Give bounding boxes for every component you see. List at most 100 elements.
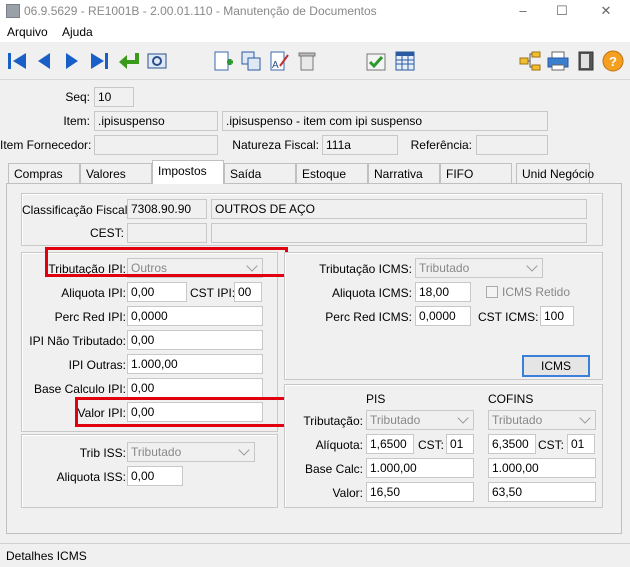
- search-icon[interactable]: [145, 49, 169, 73]
- trib-iss-label: Trib ISS:: [79, 446, 126, 460]
- new-document-icon[interactable]: [211, 49, 235, 73]
- base-calculo-ipi-label: Base Calculo IPI:: [33, 382, 126, 396]
- pis-cst-label: CST:: [417, 438, 444, 452]
- first-record-icon[interactable]: [5, 49, 29, 73]
- delete-icon[interactable]: [295, 49, 319, 73]
- aliquota-label: Alíquota:: [315, 438, 363, 452]
- last-record-icon[interactable]: [88, 49, 112, 73]
- aliquota-ipi-label: Aliquota IPI:: [61, 286, 126, 300]
- tab-valores[interactable]: Valores: [80, 163, 152, 183]
- cst-ipi-field[interactable]: 00: [234, 282, 262, 302]
- pis-valor-field[interactable]: 16,50: [366, 482, 474, 502]
- trib-iss-select[interactable]: Tributado: [127, 442, 255, 462]
- cofins-aliquota-field[interactable]: 6,3500: [488, 434, 536, 454]
- previous-record-icon[interactable]: [32, 49, 56, 73]
- natureza-fiscal-field[interactable]: 111a: [322, 135, 398, 155]
- icms-retido-label: ICMS Retido: [502, 285, 571, 299]
- exit-icon[interactable]: [574, 49, 598, 73]
- classificacao-fiscal-label: Classificação Fiscal:: [22, 203, 131, 217]
- cst-icms-field[interactable]: 100: [540, 306, 574, 326]
- edit-icon[interactable]: A: [267, 49, 291, 73]
- seq-label: Seq:: [65, 90, 90, 104]
- aliquota-icms-field[interactable]: 18,00: [415, 282, 471, 302]
- calendar-icon[interactable]: [393, 49, 417, 73]
- tab-fifo[interactable]: FIFO: [440, 163, 512, 183]
- perc-red-ipi-label: Perc Red IPI:: [54, 310, 126, 324]
- icms-retido-checkbox[interactable]: [486, 286, 498, 298]
- tab-compras[interactable]: Compras: [8, 163, 80, 183]
- cest-field[interactable]: [127, 223, 207, 243]
- cofins-tributacao-value: Tributado: [492, 413, 543, 427]
- menu-arquivo[interactable]: Arquivo: [7, 25, 48, 39]
- tab-unid-negocio[interactable]: Unid Negócio: [516, 163, 594, 183]
- perc-red-icms-label: Perc Red ICMS:: [325, 310, 412, 324]
- title-bar: 06.9.5629 - RE1001B - 2.00.01.110 - Manu…: [0, 0, 630, 22]
- seq-field[interactable]: 10: [94, 87, 134, 107]
- menu-ajuda[interactable]: Ajuda: [62, 25, 93, 39]
- cst-ipi-label: CST IPI:: [190, 286, 236, 300]
- chevron-down-icon: [457, 412, 469, 424]
- tributacao-icms-label: Tributação ICMS:: [319, 262, 412, 276]
- next-record-icon[interactable]: [60, 49, 84, 73]
- ipi-nao-tributado-label: IPI Não Tributado:: [29, 334, 126, 348]
- print-icon[interactable]: [546, 49, 570, 73]
- classificacao-fiscal-field[interactable]: 7308.90.90: [127, 199, 207, 219]
- perc-red-ipi-field[interactable]: 0,0000: [127, 306, 263, 326]
- perc-red-icms-field[interactable]: 0,0000: [415, 306, 471, 326]
- trib-iss-value: Tributado: [131, 445, 182, 459]
- cofins-valor-field[interactable]: 63,50: [488, 482, 596, 502]
- status-bar: Detalhes ICMS: [0, 543, 630, 567]
- item-fornecedor-field[interactable]: [94, 135, 218, 155]
- cofins-cst-field[interactable]: 01: [567, 434, 595, 454]
- tab-narrativa[interactable]: Narrativa: [368, 163, 440, 183]
- aliquota-iss-field[interactable]: 0,00: [127, 466, 183, 486]
- ipi-outras-label: IPI Outras:: [68, 358, 126, 372]
- chevron-down-icon: [579, 412, 591, 424]
- tab-impostos[interactable]: Impostos: [152, 160, 224, 184]
- aliquota-ipi-field[interactable]: 0,00: [127, 282, 187, 302]
- close-icon[interactable]: ✕: [596, 2, 616, 20]
- highlight-valor-ipi: [75, 397, 287, 427]
- aliquota-iss-label: Aliquota ISS:: [56, 470, 126, 484]
- chevron-down-icon: [526, 260, 538, 272]
- cofins-base-calc-field[interactable]: 1.000,00: [488, 458, 596, 478]
- cofins-tributacao-select[interactable]: Tributado: [488, 410, 596, 430]
- base-calc-label: Base Calc:: [304, 462, 363, 476]
- tributacao-icms-select[interactable]: Tributado: [415, 258, 543, 278]
- ipi-outras-field[interactable]: 1.000,00: [127, 354, 263, 374]
- toolbar: A ?: [0, 42, 630, 80]
- cst-icms-label: CST ICMS:: [478, 310, 539, 324]
- referencia-label: Referência:: [410, 138, 472, 152]
- minimize-icon[interactable]: –: [513, 2, 533, 20]
- confirm-icon[interactable]: [364, 49, 388, 73]
- pis-tributacao-value: Tributado: [370, 413, 421, 427]
- icms-button[interactable]: ICMS: [522, 355, 590, 377]
- menu-bar: Arquivo Ajuda: [0, 22, 630, 42]
- pis-base-calc-field[interactable]: 1.000,00: [366, 458, 474, 478]
- base-calculo-ipi-field[interactable]: 0,00: [127, 378, 263, 398]
- pis-aliquota-field[interactable]: 1,6500: [366, 434, 414, 454]
- return-icon[interactable]: [117, 49, 141, 73]
- tab-estoque[interactable]: Estoque: [296, 163, 368, 183]
- highlight-tributacao-ipi: [45, 247, 288, 277]
- hierarchy-icon[interactable]: [518, 49, 542, 73]
- natureza-fiscal-label: Natureza Fiscal:: [232, 138, 319, 152]
- tab-saida[interactable]: Saída: [224, 163, 296, 183]
- referencia-field[interactable]: [476, 135, 548, 155]
- pis-cst-field[interactable]: 01: [446, 434, 474, 454]
- item-label: Item:: [63, 114, 90, 128]
- tributacao-icms-value: Tributado: [419, 261, 470, 275]
- cofins-cst-label: CST:: [537, 438, 564, 452]
- app-icon: [6, 4, 20, 18]
- window-title: 06.9.5629 - RE1001B - 2.00.01.110 - Manu…: [24, 4, 377, 18]
- pis-tributacao-select[interactable]: Tributado: [366, 410, 474, 430]
- ipi-nao-tributado-field[interactable]: 0,00: [127, 330, 263, 350]
- help-icon[interactable]: ?: [601, 49, 625, 73]
- item-code-field[interactable]: .ipisuspenso: [94, 111, 218, 131]
- maximize-icon[interactable]: ☐: [552, 2, 572, 20]
- cest-label: CEST:: [89, 226, 124, 240]
- status-text: Detalhes ICMS: [6, 549, 87, 563]
- copy-icon[interactable]: [239, 49, 263, 73]
- chevron-down-icon: [238, 444, 250, 456]
- svg-text:?: ?: [609, 54, 617, 69]
